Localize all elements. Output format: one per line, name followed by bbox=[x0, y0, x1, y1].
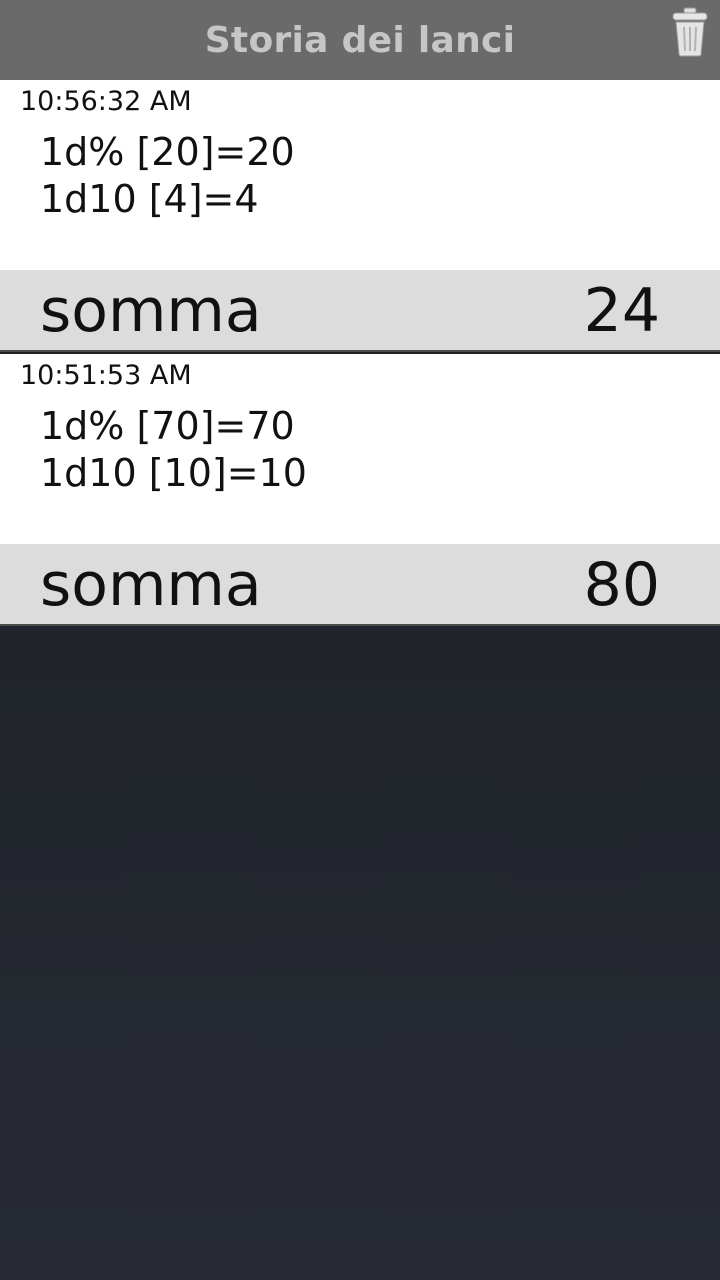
roll-timestamp: 10:51:53 AM bbox=[20, 360, 192, 391]
roll-result: 1d% [70]=70 bbox=[40, 404, 295, 448]
app-bar: Storia dei lanci bbox=[0, 0, 720, 80]
sum-row: somma 80 bbox=[0, 544, 720, 626]
trash-icon[interactable] bbox=[670, 6, 710, 58]
entry-details: 10:56:32 AM 1d% [20]=20 1d10 [4]=4 bbox=[0, 80, 720, 270]
page-title: Storia dei lanci bbox=[204, 20, 516, 61]
history-entry[interactable]: 10:51:53 AM 1d% [70]=70 1d10 [10]=10 som… bbox=[0, 354, 720, 626]
sum-value: 80 bbox=[583, 550, 660, 620]
sum-label: somma bbox=[40, 276, 262, 346]
sum-value: 24 bbox=[583, 276, 660, 346]
sum-row: somma 24 bbox=[0, 270, 720, 352]
entry-details: 10:51:53 AM 1d% [70]=70 1d10 [10]=10 bbox=[0, 354, 720, 544]
sum-label: somma bbox=[40, 550, 262, 620]
history-entry[interactable]: 10:56:32 AM 1d% [20]=20 1d10 [4]=4 somma… bbox=[0, 80, 720, 352]
roll-timestamp: 10:56:32 AM bbox=[20, 86, 192, 117]
roll-result: 1d% [20]=20 bbox=[40, 130, 295, 174]
roll-result: 1d10 [10]=10 bbox=[40, 451, 307, 495]
roll-result: 1d10 [4]=4 bbox=[40, 177, 259, 221]
